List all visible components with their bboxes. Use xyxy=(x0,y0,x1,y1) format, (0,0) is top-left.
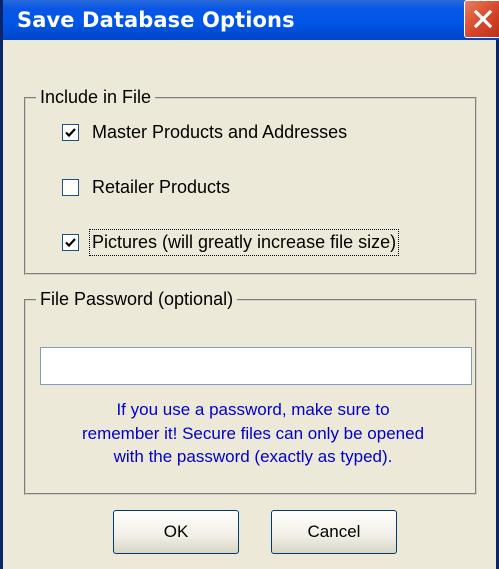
retailer-products-checkbox[interactable] xyxy=(62,179,79,196)
include-in-file-group: Include in File Master Products and Addr… xyxy=(24,87,477,275)
retailer-products-checkbox-row[interactable]: Retailer Products xyxy=(62,177,230,198)
file-password-legend: File Password (optional) xyxy=(36,289,238,310)
ok-button[interactable]: OK xyxy=(113,510,239,554)
retailer-products-label: Retailer Products xyxy=(92,177,231,197)
pictures-checkbox-row[interactable]: Pictures (will greatly increase file siz… xyxy=(62,229,400,256)
cancel-button[interactable]: Cancel xyxy=(271,510,397,554)
checkmark-icon xyxy=(65,238,76,248)
master-products-checkbox-row[interactable]: Master Products and Addresses xyxy=(62,122,347,143)
checkmark-icon xyxy=(65,128,76,138)
hint-line: remember it! Secure files can only be op… xyxy=(81,423,425,443)
master-products-checkbox[interactable] xyxy=(62,124,79,141)
dialog-title: Save Database Options xyxy=(17,8,295,32)
hint-line: If you use a password, make sure to xyxy=(116,400,390,419)
pictures-label: Pictures (will greatly increase file siz… xyxy=(88,229,400,256)
title-bar[interactable]: Save Database Options xyxy=(3,0,499,40)
pictures-checkbox[interactable] xyxy=(62,234,79,251)
master-products-label: Master Products and Addresses xyxy=(92,122,348,142)
save-database-options-dialog: Save Database Options Include in File Ma… xyxy=(0,0,499,569)
close-button[interactable] xyxy=(464,0,499,38)
hint-line: with the password (exactly as typed). xyxy=(113,447,393,466)
include-in-file-legend: Include in File xyxy=(36,87,156,108)
close-icon xyxy=(473,9,493,29)
password-input[interactable] xyxy=(40,347,472,385)
password-hint: If you use a password, make sure to reme… xyxy=(33,398,473,469)
